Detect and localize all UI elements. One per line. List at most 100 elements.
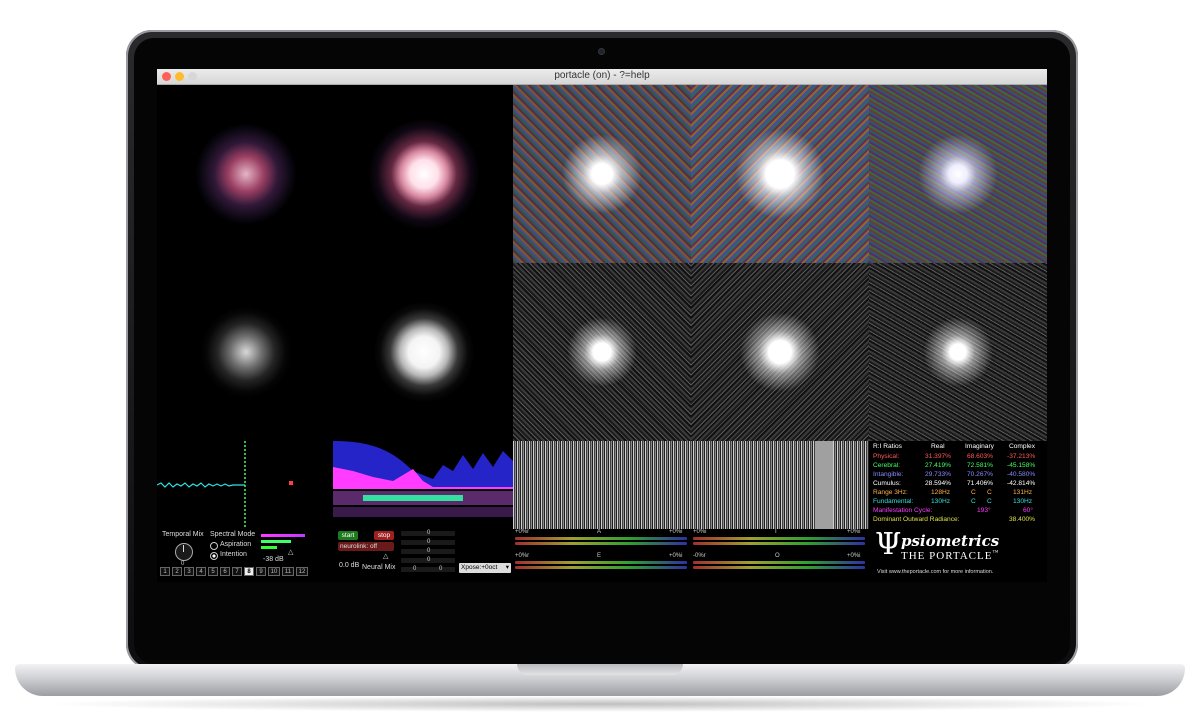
preset-button-1[interactable]: 1 bbox=[160, 567, 170, 576]
ratios-panel: R:I Ratios Real Imaginary Complex Physic… bbox=[869, 441, 1047, 531]
vowel-i-left: +0%i bbox=[693, 529, 707, 535]
neural-value-2: 0 bbox=[427, 539, 431, 545]
cerebral-label: Cerebral: bbox=[873, 462, 901, 469]
cerebral-complex: -45.158% bbox=[1007, 462, 1036, 469]
vowel-e-right: +0%i bbox=[669, 553, 683, 559]
particle-view-colored-1 bbox=[157, 85, 335, 263]
laptop-shadow bbox=[40, 696, 1160, 712]
preset-button-8[interactable]: 8 bbox=[244, 567, 254, 576]
preset-button-4[interactable]: 4 bbox=[196, 567, 206, 576]
cumulus-complex: -42.814% bbox=[1007, 480, 1036, 487]
interference-mono-1 bbox=[513, 263, 691, 441]
preset-bar: 1 2 3 4 5 6 7 8 9 10 11 12 bbox=[160, 567, 308, 577]
preset-button-3[interactable]: 3 bbox=[184, 567, 194, 576]
vowel-i-slider-2[interactable] bbox=[693, 542, 865, 545]
particle-view-mono-2 bbox=[335, 263, 513, 441]
spectrum-analyzer bbox=[333, 441, 513, 529]
particle-view-mono-1 bbox=[157, 263, 335, 441]
preset-button-12[interactable]: 12 bbox=[296, 567, 308, 576]
level-triangle-icon[interactable]: △ bbox=[288, 548, 293, 556]
gain-label: 0.0 dB bbox=[339, 562, 360, 569]
intangible-complex: -40.580% bbox=[1007, 471, 1036, 478]
neural-value-3: 0 bbox=[427, 548, 431, 554]
preset-button-6[interactable]: 6 bbox=[220, 567, 230, 576]
vowel-panel-e: +0%r E +0%i bbox=[513, 553, 689, 577]
physical-label: Physical: bbox=[873, 453, 900, 460]
preset-button-11[interactable]: 11 bbox=[282, 567, 294, 576]
cerebral-real: 27.419% bbox=[925, 462, 952, 469]
fundamental-label: Fundamental: bbox=[873, 498, 914, 505]
neural-value-1: 0 bbox=[427, 530, 431, 536]
range-real: 128Hz bbox=[931, 489, 951, 496]
vowel-a-label: A bbox=[597, 529, 602, 535]
neural-sliders: 0 0 0 0 0 0 bbox=[401, 530, 455, 577]
vowel-panel-o: -0%r O +0%i bbox=[691, 553, 867, 577]
physical-real: 31.397% bbox=[925, 453, 952, 460]
imaginary-header: Imaginary bbox=[965, 443, 994, 450]
laptop-notch bbox=[517, 664, 683, 675]
manifestation-cycle-label: Manifestation Cycle: bbox=[873, 507, 933, 514]
preset-button-9[interactable]: 9 bbox=[256, 567, 266, 576]
intangible-real: 29.733% bbox=[925, 471, 952, 478]
neural-mix-label: Neural Mix bbox=[362, 564, 396, 571]
vowel-i-slider-1[interactable] bbox=[693, 537, 865, 540]
psi-icon: Ψ bbox=[875, 529, 902, 562]
vowel-e-slider-2[interactable] bbox=[515, 566, 687, 569]
brand-footer[interactable]: Visit www.theportacle.com for more infor… bbox=[877, 569, 993, 575]
intention-label: Intention bbox=[220, 551, 247, 558]
level-meter-2 bbox=[261, 540, 291, 543]
neurolink-toggle[interactable]: neurolink: off bbox=[338, 542, 394, 551]
neural-triangle-icon[interactable]: △ bbox=[383, 552, 388, 560]
fundamental-note-1: C bbox=[971, 498, 976, 505]
vowel-a-right: +0%i bbox=[669, 529, 683, 535]
vowel-panel-a: +0%r A +0%i bbox=[513, 529, 689, 553]
fundamental-note-2: C bbox=[987, 498, 992, 505]
level-meter-1 bbox=[261, 534, 305, 537]
interference-color-3 bbox=[869, 85, 1047, 263]
stop-button[interactable]: stop bbox=[374, 531, 394, 540]
trademark: ™ bbox=[992, 550, 1000, 556]
vowel-a-slider-2[interactable] bbox=[515, 542, 687, 545]
vowel-e-left: +0%r bbox=[515, 553, 530, 559]
complex-header: Complex bbox=[1009, 443, 1036, 450]
vowel-panel-i: +0%i I +0%i bbox=[691, 529, 867, 553]
chevron-down-icon: ▾ bbox=[505, 564, 509, 571]
xpose-select[interactable]: Xpose:+0oct ▾ bbox=[459, 563, 511, 573]
vowel-o-right: +0%i bbox=[847, 553, 861, 559]
vowel-o-slider-1[interactable] bbox=[693, 561, 865, 564]
temporal-mix-knob[interactable] bbox=[175, 543, 193, 561]
range-note-2: C bbox=[987, 489, 992, 496]
intangible-label: Intangible: bbox=[873, 471, 904, 478]
real-header: Real bbox=[931, 443, 945, 450]
vowel-i-right: +0%i bbox=[847, 529, 861, 535]
start-button[interactable]: start bbox=[338, 531, 358, 540]
range-note-1: C bbox=[971, 489, 976, 496]
controls-strip: Temporal Mix 0 Spectral Mode Aspiration … bbox=[157, 529, 1047, 582]
vowel-o-left: -0%r bbox=[693, 553, 706, 559]
neural-value-6: 0 bbox=[439, 566, 443, 572]
preset-button-10[interactable]: 10 bbox=[268, 567, 280, 576]
intangible-imag: 70.267% bbox=[967, 471, 994, 478]
neural-slider-5[interactable] bbox=[401, 567, 455, 572]
preset-button-5[interactable]: 5 bbox=[208, 567, 218, 576]
aspiration-radio[interactable] bbox=[210, 542, 218, 550]
title-bar: portacle (on) - ?=help bbox=[157, 69, 1047, 85]
cumulus-label: Cumulus: bbox=[873, 480, 901, 487]
neural-value-5: 0 bbox=[413, 566, 417, 572]
vowel-i-label: I bbox=[775, 529, 777, 535]
ratios-header-label: R:I Ratios bbox=[873, 443, 902, 450]
cumulus-real: 28.594% bbox=[925, 480, 952, 487]
product-label: THE PORTACLE bbox=[901, 550, 993, 562]
interference-mono-2 bbox=[691, 263, 869, 441]
radiance-value: 38.400% bbox=[1009, 516, 1036, 523]
product-name: THE PORTACLE™ bbox=[901, 550, 999, 562]
preset-button-7[interactable]: 7 bbox=[232, 567, 242, 576]
vowel-o-slider-2[interactable] bbox=[693, 566, 865, 569]
preset-button-2[interactable]: 2 bbox=[172, 567, 182, 576]
level-meter-3 bbox=[261, 546, 277, 549]
intention-radio[interactable] bbox=[210, 552, 218, 560]
vowel-e-slider-1[interactable] bbox=[515, 561, 687, 564]
spectrum-graph bbox=[333, 441, 513, 517]
camera-icon bbox=[598, 48, 605, 55]
vowel-a-slider-1[interactable] bbox=[515, 537, 687, 540]
